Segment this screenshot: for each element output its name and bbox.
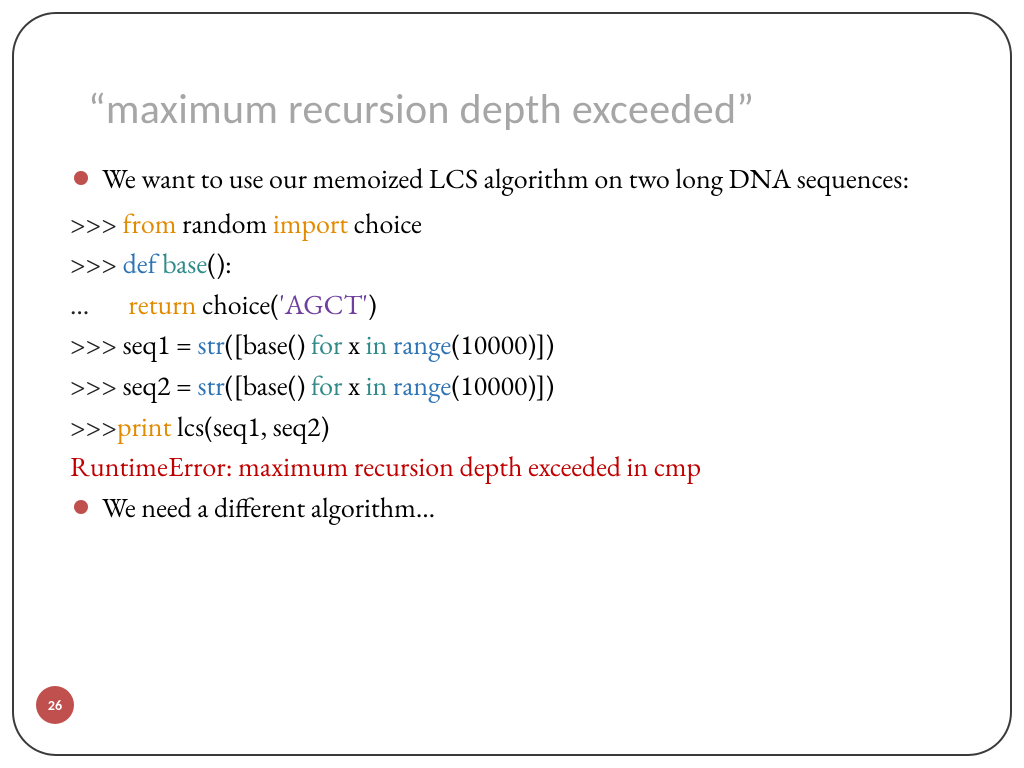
builtin-range: range (393, 327, 451, 363)
repl-prompt: >>> (70, 246, 123, 282)
code-text: ) (368, 287, 377, 323)
repl-continuation: … (70, 287, 128, 323)
repl-prompt: >>> (70, 409, 117, 445)
keyword-import: import (273, 206, 348, 242)
code-text: (): (207, 246, 232, 282)
fn-name: base (162, 246, 207, 282)
bullet-list: We want to use our memoized LCS algorith… (70, 159, 954, 200)
code-line: >>> def base(): (70, 244, 954, 285)
code-text: random (177, 206, 273, 242)
code-line: >>> from random import choice (70, 204, 954, 245)
keyword-for: for (311, 368, 342, 404)
bullet-item: We want to use our memoized LCS algorith… (70, 159, 954, 200)
code-text: choice (348, 206, 422, 242)
code-text: seq1 = (123, 327, 198, 363)
code-text: lcs(seq1, seq2) (171, 409, 329, 445)
code-block: >>> from random import choice >>> def ba… (70, 204, 954, 488)
code-text: (10000)]) (451, 368, 554, 404)
code-text: choice( (196, 287, 279, 323)
builtin-str: str (197, 327, 224, 363)
code-line: … return choice('AGCT') (70, 285, 954, 326)
slide-title: “maximum recursion depth exceeded” (88, 84, 954, 135)
bullet-item: We need a different algorithm… (70, 488, 954, 529)
slide-content: We want to use our memoized LCS algorith… (70, 159, 954, 528)
keyword-in: in (366, 327, 388, 363)
code-line: >>> seq2 = str([base() for x in range(10… (70, 366, 954, 407)
string-literal: 'AGCT' (279, 287, 368, 323)
slide-frame: “maximum recursion depth exceeded” We wa… (12, 12, 1012, 756)
builtin-range: range (393, 368, 451, 404)
keyword-for: for (311, 327, 342, 363)
code-text: x (342, 368, 365, 404)
keyword-return: return (128, 287, 196, 323)
code-text: ([base() (225, 327, 311, 363)
keyword-print: print (117, 409, 171, 445)
code-line: >>> seq1 = str([base() for x in range(10… (70, 325, 954, 366)
error-output: RuntimeError: maximum recursion depth ex… (70, 447, 954, 488)
keyword-from: from (123, 206, 177, 242)
repl-prompt: >>> (70, 327, 123, 363)
code-text: (10000)]) (451, 327, 554, 363)
code-text: seq2 = (123, 368, 198, 404)
keyword-def: def (123, 246, 157, 282)
code-text: ([base() (225, 368, 311, 404)
code-line: >>>print lcs(seq1, seq2) (70, 407, 954, 448)
repl-prompt: >>> (70, 368, 123, 404)
keyword-in: in (366, 368, 388, 404)
builtin-str: str (197, 368, 224, 404)
code-text: x (342, 327, 365, 363)
page-number-badge: 26 (36, 686, 74, 724)
repl-prompt: >>> (70, 206, 123, 242)
bullet-list: We need a different algorithm… (70, 488, 954, 529)
